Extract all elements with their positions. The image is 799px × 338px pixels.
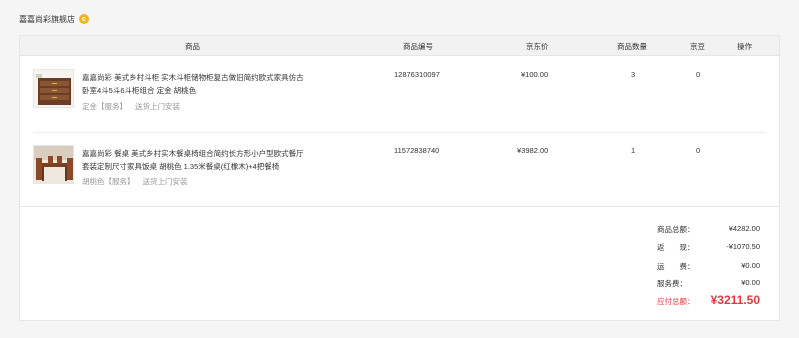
- service-tag: 【服务】: [104, 177, 135, 186]
- shipping-label: 运 费：: [657, 262, 695, 271]
- product-beans: 0: [696, 146, 701, 155]
- shop-badge-icon: c: [79, 14, 89, 24]
- product-sku: 11572838740: [394, 146, 440, 155]
- product-image[interactable]: [33, 145, 74, 184]
- service-fee-value: ¥0.00: [741, 278, 760, 287]
- product-price: ¥100.00: [521, 70, 549, 79]
- product-spec: 定金【服务】 送货上门安装: [82, 101, 180, 112]
- product-image[interactable]: [33, 69, 74, 108]
- row-divider: [33, 132, 766, 133]
- summary-divider: [20, 206, 779, 207]
- shipping-value: ¥0.00: [741, 261, 760, 270]
- col-action: 操作: [737, 42, 752, 51]
- col-product: 商品: [185, 42, 200, 51]
- col-qty: 商品数量: [617, 42, 647, 51]
- shop-header: 嘉嘉尚彩旗舰店 c: [19, 12, 89, 26]
- service-fee-label: 服务费：: [657, 279, 687, 288]
- cashback-value: -¥1070.50: [726, 242, 760, 251]
- col-beans: 京豆: [690, 42, 705, 51]
- product-spec: 胡桃色【服务】 送货上门安装: [82, 176, 188, 187]
- table-header: 商品 商品编号 京东价 商品数量 京豆 操作: [20, 36, 779, 56]
- product-sku: 12876310097: [394, 70, 440, 79]
- product-qty: 1: [631, 146, 636, 155]
- subtotal-label: 商品总额：: [657, 225, 695, 234]
- service-tag: 【服务】: [97, 102, 127, 111]
- product-beans: 0: [696, 70, 701, 79]
- col-sku: 商品编号: [403, 42, 433, 51]
- product-qty: 3: [631, 70, 636, 79]
- total-label: 应付总额：: [657, 297, 695, 306]
- shop-name[interactable]: 嘉嘉尚彩旗舰店: [19, 14, 75, 25]
- subtotal-value: ¥4282.00: [728, 224, 760, 233]
- spec-value: 胡桃色: [82, 177, 105, 186]
- service-text: 送货上门安装: [142, 177, 188, 186]
- col-price: 京东价: [526, 42, 549, 51]
- service-text: 送货上门安装: [135, 102, 180, 111]
- spec-value: 定金: [82, 102, 97, 111]
- product-price: ¥3982.00: [517, 146, 549, 155]
- order-panel: 商品 商品编号 京东价 商品数量 京豆 操作 嘉嘉尚彩 美式乡村斗柜 实木斗柜储…: [19, 35, 780, 321]
- product-title[interactable]: 嘉嘉尚彩 美式乡村斗柜 实木斗柜储物柜复古做旧简约欧式家具仿古卧室4斗5斗6斗柜…: [82, 71, 304, 97]
- product-title[interactable]: 嘉嘉尚彩 餐桌 美式乡村实木餐桌椅组合简约长方形小户型欧式餐厅套装定制尺寸家具饭…: [82, 147, 304, 173]
- total-value: ¥3211.50: [710, 293, 760, 307]
- cashback-label: 返 现：: [657, 243, 695, 252]
